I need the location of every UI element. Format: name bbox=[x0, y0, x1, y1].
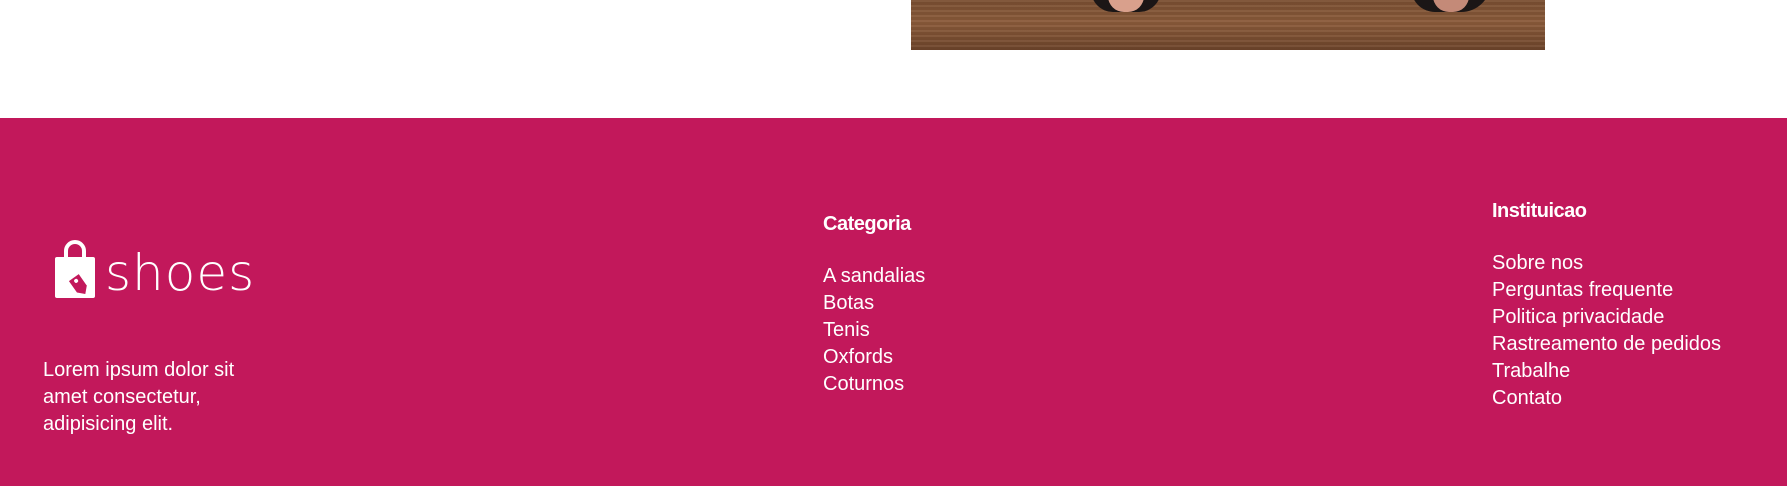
shopping-bag-icon bbox=[55, 240, 95, 298]
instituicao-link-trabalhe[interactable]: Trabalhe bbox=[1492, 358, 1721, 385]
hero-photo bbox=[911, 0, 1545, 50]
instituicao-link-perguntas[interactable]: Perguntas frequente bbox=[1492, 277, 1721, 304]
site-footer: shoes Lorem ipsum dolor sit amet consect… bbox=[0, 118, 1787, 486]
instituicao-link-privacidade[interactable]: Politica privacidade bbox=[1492, 304, 1721, 331]
page: shoes Lorem ipsum dolor sit amet consect… bbox=[0, 0, 1787, 486]
instituicao-link-rastreamento[interactable]: Rastreamento de pedidos bbox=[1492, 331, 1721, 358]
brand-description: Lorem ipsum dolor sit amet consectetur, … bbox=[43, 359, 235, 435]
categoria-link-oxfords[interactable]: Oxfords bbox=[823, 344, 925, 371]
instituicao-heading: Instituicao bbox=[1492, 200, 1587, 222]
brand-name: shoes bbox=[105, 244, 256, 302]
instituicao-link-sobre-nos[interactable]: Sobre nos bbox=[1492, 250, 1721, 277]
categoria-link-tenis[interactable]: Tenis bbox=[823, 317, 925, 344]
footer-column-categoria: Categoria A sandalias Botas Tenis Oxford… bbox=[823, 211, 925, 398]
categoria-heading: Categoria bbox=[823, 213, 911, 235]
categoria-link-coturnos[interactable]: Coturnos bbox=[823, 371, 925, 398]
categoria-link-sandalias[interactable]: A sandalias bbox=[823, 263, 925, 290]
footer-column-instituicao: Instituicao Sobre nos Perguntas frequent… bbox=[1492, 198, 1721, 412]
brand-logo[interactable]: shoes bbox=[53, 235, 255, 299]
categoria-list: A sandalias Botas Tenis Oxfords Coturnos bbox=[823, 263, 925, 398]
instituicao-link-contato[interactable]: Contato bbox=[1492, 385, 1721, 412]
instituicao-list: Sobre nos Perguntas frequente Politica p… bbox=[1492, 250, 1721, 412]
categoria-link-botas[interactable]: Botas bbox=[823, 290, 925, 317]
